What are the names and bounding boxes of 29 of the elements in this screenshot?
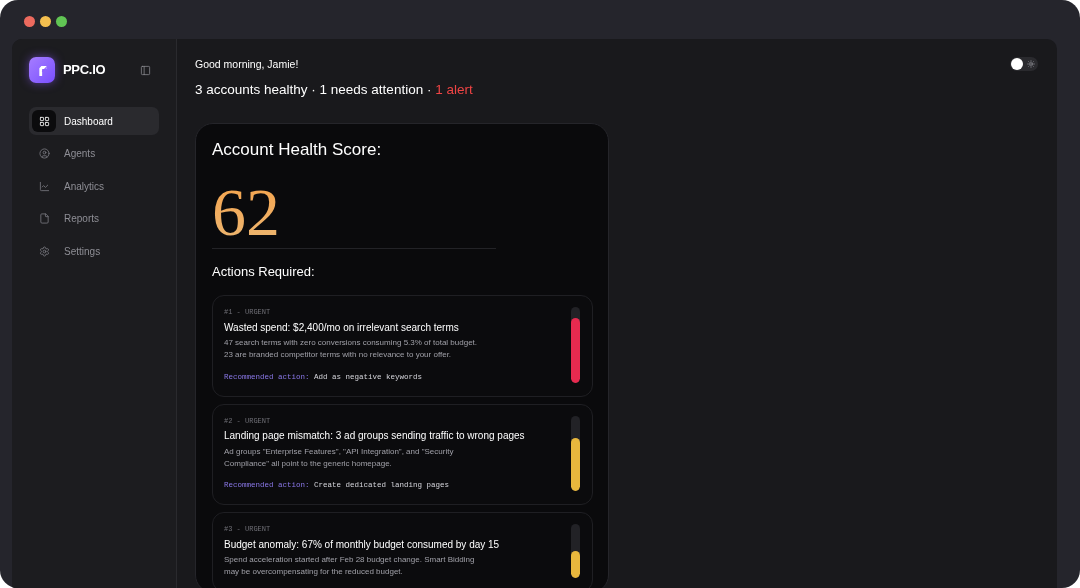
- nav-item[interactable]: Reports: [29, 204, 159, 233]
- toggle-thumb[interactable]: [1011, 58, 1023, 70]
- theme-toggle[interactable]: [1010, 57, 1038, 71]
- greeting: Good morning, Jamie!: [195, 57, 299, 71]
- grid-icon: [32, 110, 56, 132]
- sun-icon: [1027, 60, 1035, 68]
- user-circle-icon: [38, 148, 50, 159]
- nav-item[interactable]: Settings: [29, 237, 159, 265]
- nav-item[interactable]: Dashboard: [29, 107, 159, 135]
- action-title: Landing page mismatch: 3 ad groups sending traffic to wrong pages: [224, 429, 525, 442]
- logo-icon: [29, 57, 55, 83]
- nav-item[interactable]: Analytics: [29, 172, 159, 200]
- action-description: Spend acceleration started after Feb 28 budget change. Smart Bidding may be overcompensating for the reduced budget.: [224, 554, 476, 578]
- sidebar-toggle-icon[interactable]: [140, 64, 151, 76]
- document-icon: [38, 213, 50, 224]
- line-chart-icon: [38, 180, 50, 192]
- nav-item[interactable]: Agents: [29, 139, 159, 168]
- card-title: Account Health Score:: [212, 139, 382, 161]
- maximize-icon[interactable]: [55, 15, 67, 27]
- brand-name: PPC.IO: [63, 61, 106, 80]
- action-title: Budget anomaly: 67% of monthly budget consumed by day 15: [224, 537, 500, 551]
- settings-icon: [38, 245, 50, 257]
- action-description: Ad groups "Enterprise Features", "API Integration", and "Security Compliance" all point to the generic homepage.: [224, 445, 455, 470]
- section-title: Actions Required:: [212, 263, 315, 281]
- status-summary: 3 accounts healthy · 1 needs attention · 1 alert: [195, 81, 473, 99]
- action-title: Wasted spend: $2,400/mo on irrelevant search terms: [224, 320, 459, 334]
- close-icon[interactable]: [23, 15, 35, 27]
- action-description: 47 search terms with zero conversions consuming 5.3% of total budget. 23 are branded competitor terms with no relevance to your offer.: [224, 337, 479, 361]
- minimize-icon[interactable]: [39, 15, 51, 27]
